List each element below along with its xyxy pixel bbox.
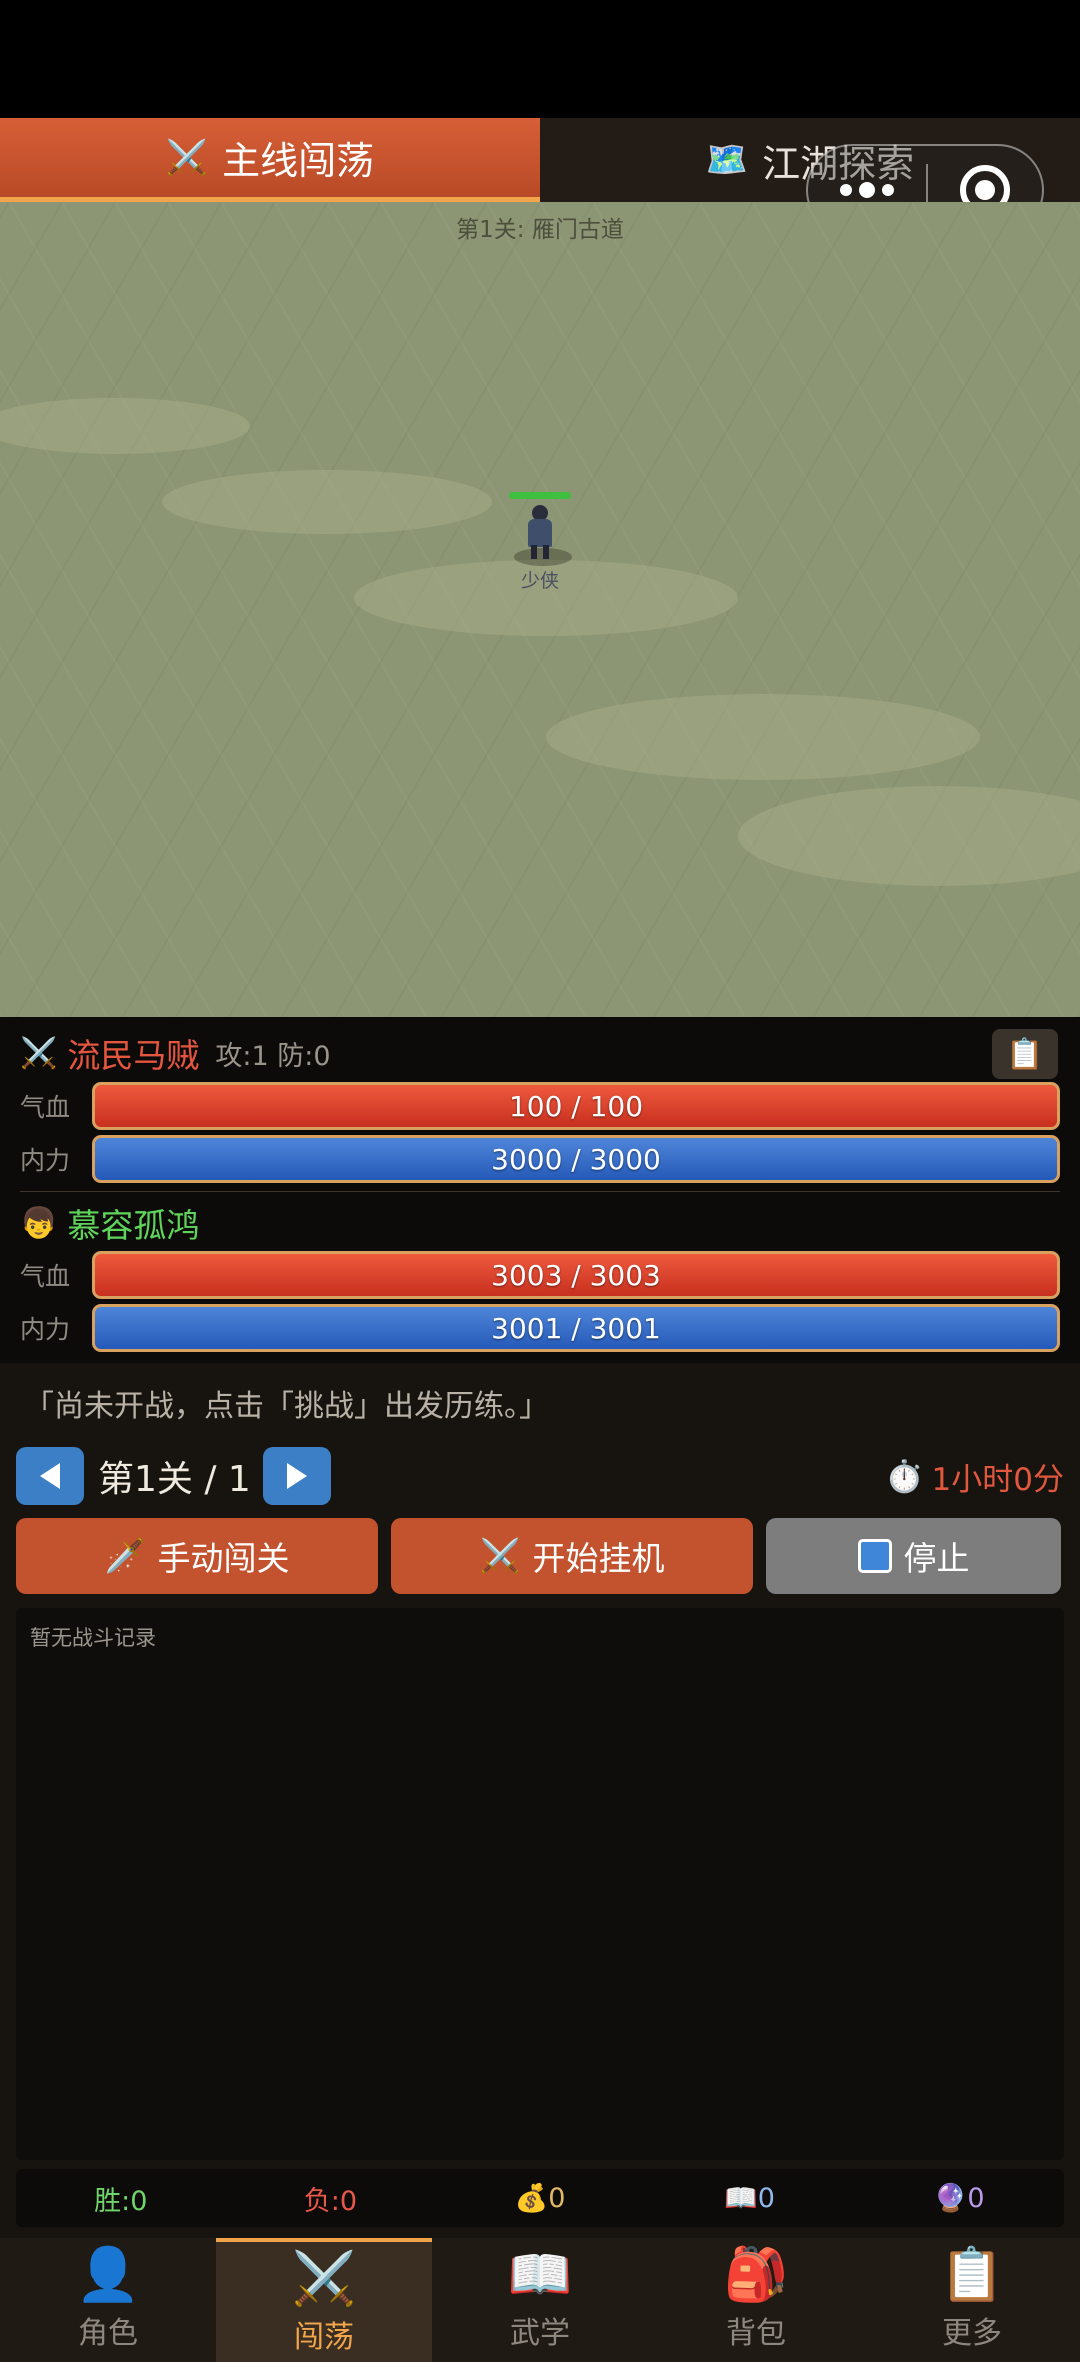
- crossed-swords-icon: ⚔️: [20, 1035, 58, 1071]
- nav-adventure[interactable]: ⚔️ 闯荡: [216, 2238, 432, 2362]
- stop-button[interactable]: 停止: [766, 1518, 1061, 1594]
- tab-main-quest[interactable]: ⚔️ 主线闯荡: [0, 118, 540, 202]
- nav-backpack[interactable]: 🎒 背包: [648, 2238, 864, 2362]
- more-menu-button[interactable]: [808, 182, 926, 198]
- enemy-header: ⚔️ 流民马贼 攻:1 防:0: [20, 1029, 331, 1077]
- manual-challenge-button[interactable]: 🗡️ 手动闯关: [16, 1518, 378, 1594]
- stop-icon: [857, 1539, 892, 1573]
- enemy-name: 流民马贼: [67, 1036, 200, 1075]
- arrow-right-icon: [286, 1463, 307, 1489]
- dagger-icon: 🗡️: [104, 1536, 146, 1575]
- mp-label: 内力: [20, 1146, 71, 1175]
- player-mp-bar: 3001 / 3001: [92, 1304, 1060, 1352]
- player-mp-row: 内力 3001 / 3001: [20, 1303, 1060, 1353]
- nav-label: 武学: [510, 2316, 570, 2351]
- battle-log[interactable]: 暂无战斗记录: [16, 1608, 1064, 2160]
- control-area: 「尚未开战，点击「挑战」出发历练。」 第1关 / 1 ⏱️ 1小时0分 🗡️ 手…: [0, 1363, 1080, 2238]
- hero-sprite: 少侠: [508, 492, 572, 592]
- enemy-stats: 攻:1 防:0: [215, 1040, 331, 1072]
- book-icon: 📖: [507, 2245, 573, 2305]
- hp-label: 气血: [20, 1262, 71, 1291]
- book-count: 📖0: [724, 2183, 775, 2214]
- nav-label: 角色: [78, 2316, 138, 2351]
- enemy-hp-row: 气血 100 / 100: [20, 1081, 1060, 1131]
- player-header: 👦 慕容孤鸿: [20, 1199, 199, 1247]
- clipboard-button[interactable]: 📋: [992, 1029, 1058, 1079]
- nav-more[interactable]: 📋 更多: [864, 2238, 1080, 2362]
- battle-status-panel: ⚔️ 流民马贼 攻:1 防:0 📋 气血 100 / 100 内力 3000 /…: [0, 1017, 1080, 1363]
- battle-log-empty: 暂无战斗记录: [30, 1626, 156, 1650]
- arrow-left-icon: [40, 1463, 60, 1489]
- status-bar: [0, 0, 1080, 118]
- button-label: 手动闯关: [157, 1539, 290, 1578]
- mp-label: 内力: [20, 1315, 71, 1344]
- nav-martial-arts[interactable]: 📖 武学: [432, 2238, 648, 2362]
- crossed-swords-icon: ⚔️: [479, 1536, 521, 1575]
- nav-character[interactable]: 👤 角色: [0, 2238, 216, 2362]
- boy-icon: 👦: [20, 1205, 58, 1241]
- hp-label: 气血: [20, 1093, 71, 1122]
- nav-label: 闯荡: [294, 2320, 354, 2355]
- orb-count: 🔮0: [933, 2183, 985, 2214]
- button-label: 停止: [903, 1539, 970, 1578]
- crossed-swords-icon: ⚔️: [291, 2249, 357, 2309]
- prev-stage-button[interactable]: [16, 1447, 84, 1505]
- enemy-mp-row: 内力 3000 / 3000: [20, 1134, 1060, 1184]
- hero-name: 少侠: [520, 570, 559, 592]
- bottom-nav: 👤 角色 ⚔️ 闯荡 📖 武学 🎒 背包 📋 更多: [0, 2238, 1080, 2362]
- hero-hp-bar: [509, 492, 571, 499]
- player-name: 慕容孤鸿: [67, 1206, 200, 1245]
- nav-label: 更多: [942, 2316, 1002, 2351]
- swordsman-icon: [520, 503, 560, 559]
- map-icon: 🗺️: [705, 140, 749, 180]
- gold-count: 💰0: [514, 2183, 566, 2214]
- divider: [20, 1191, 1060, 1192]
- action-buttons: 🗡️ 手动闯关 ⚔️ 开始挂机 停止: [16, 1518, 1064, 1594]
- idle-timer: ⏱️ 1小时0分: [885, 1454, 1064, 1499]
- stopwatch-icon: ⏱️: [884, 1458, 924, 1495]
- stage-number: 第1关 / 1: [98, 1459, 251, 1500]
- player-hp-row: 气血 3003 / 3003: [20, 1250, 1060, 1300]
- nav-label: 背包: [726, 2316, 786, 2351]
- player-hp-bar: 3003 / 3003: [92, 1251, 1060, 1299]
- button-label: 开始挂机: [532, 1539, 665, 1578]
- stage-title: 第1关: 雁门古道: [456, 217, 624, 243]
- start-idle-button[interactable]: ⚔️ 开始挂机: [391, 1518, 753, 1594]
- wins-count: 胜:0: [94, 2185, 148, 2217]
- backpack-icon: 🎒: [723, 2245, 789, 2305]
- losses-count: 负:0: [303, 2185, 358, 2217]
- battle-message: 「尚未开战，点击「挑战」出发历练。」: [24, 1389, 549, 1424]
- next-stage-button[interactable]: [262, 1447, 331, 1505]
- tab-label: 主线闯荡: [222, 139, 375, 183]
- stage-navigator: 第1关 / 1 ⏱️ 1小时0分: [16, 1447, 1064, 1505]
- crossed-swords-icon: ⚔️: [165, 137, 209, 178]
- clipboard-icon: 📋: [939, 2245, 1005, 2305]
- battle-stats: 胜:0 负:0 💰0 📖0 🔮0: [16, 2169, 1064, 2227]
- person-icon: 👤: [75, 2245, 141, 2305]
- clipboard-icon: 📋: [1006, 1036, 1044, 1072]
- timer-value: 1小时0分: [931, 1461, 1064, 1498]
- battle-field: 第1关: 雁门古道 少侠: [0, 202, 1080, 1017]
- enemy-hp-bar: 100 / 100: [92, 1082, 1060, 1130]
- enemy-mp-bar: 3000 / 3000: [92, 1135, 1060, 1183]
